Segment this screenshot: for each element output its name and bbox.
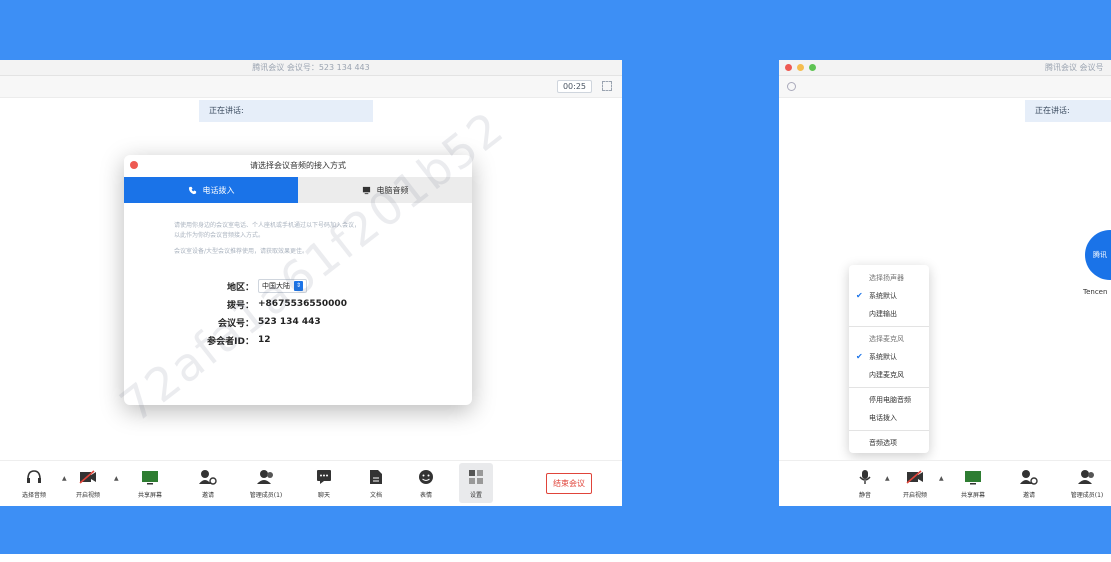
speaker-header: 选择扬声器 [869,274,904,282]
chevron-up-icon[interactable]: ▲ [62,475,67,482]
headphone-icon [27,470,41,483]
manage-label: 管理成员(1) [1070,492,1104,499]
gear-icon[interactable] [787,82,796,91]
speaker-builtin-item[interactable]: 内建输出 [849,305,929,323]
share-screen-icon [142,470,158,484]
share-screen-button[interactable]: 共享屏幕 [130,467,170,499]
meeting-window-right: 腾讯会议 会议号 正在讲话: 腾讯 Tencen 选择扬声器 ✔ 系统默认 内建输… [779,60,1111,506]
mic-builtin-item[interactable]: 内建麦克风 [849,366,929,384]
chat-icon [317,470,331,484]
check-icon: ✔ [856,291,863,300]
window-controls [785,64,816,71]
meeting-timer: 00:25 [556,80,592,93]
dialog-title: 请选择会议音频的接入方式 [250,161,346,170]
invite-label: 邀请 [201,492,214,499]
mic-default-label: 系统默认 [869,353,897,361]
maximize-window-icon[interactable] [809,64,816,71]
mic-header: 选择麦克风 [869,335,904,343]
manage-label: 管理成员(1) [249,492,283,499]
mute-label: 静音 [858,492,871,499]
invite-icon [1020,470,1038,485]
invite-icon [199,470,217,485]
microphone-icon [859,470,871,484]
invite-button[interactable]: 邀请 [1009,467,1049,499]
document-icon [370,470,382,484]
phone-icon [188,186,196,194]
check-icon: ✔ [856,352,863,361]
menu-divider [849,430,929,431]
speaker-default-item[interactable]: ✔ 系统默认 [849,287,929,305]
speaking-indicator: 正在讲话: [199,100,373,122]
chevron-up-icon[interactable]: ▲ [114,475,119,482]
chat-button[interactable]: 聊天 [304,467,344,499]
speaking-indicator: 正在讲话: [1025,100,1111,122]
members-icon [257,470,273,484]
fullscreen-icon[interactable] [602,81,612,91]
video-button[interactable]: 开启视频 [895,467,935,499]
window-title: 腾讯会议 会议号 [1045,63,1104,72]
emoji-button[interactable]: 表情 [406,467,446,499]
end-meeting-button[interactable]: 结束会议 [546,473,592,494]
tab-phone-label: 电话拨入 [202,185,235,195]
chevron-up-icon[interactable]: ▲ [885,475,890,482]
video-label: 开启视频 [902,492,927,499]
chat-label: 聊天 [317,492,330,499]
menu-divider [849,326,929,327]
meeting-toolbar: 静音 ▲ 开启视频 ▲ 共享屏幕 邀请 管理成员(1) [779,460,1111,506]
video-label: 开启视频 [75,492,100,499]
tab-phone-dial[interactable]: 电话拨入 [124,177,298,203]
mic-default-item[interactable]: ✔ 系统默认 [849,348,929,366]
minimize-window-icon[interactable] [797,64,804,71]
window-title-bar: 腾讯会议 会议号 [779,60,1111,76]
avatar: 腾讯 [1085,230,1111,280]
menu-divider [849,387,929,388]
close-window-icon[interactable] [785,64,792,71]
manage-members-button[interactable]: 管理成员(1) [1067,467,1107,499]
share-label: 共享屏幕 [137,492,162,499]
invite-button[interactable]: 邀请 [188,467,228,499]
members-icon [1078,470,1094,484]
mute-button[interactable]: 静音 [845,467,885,499]
chevron-up-icon[interactable]: ▲ [939,475,944,482]
audio-button[interactable]: 选择音频 [14,467,54,499]
close-icon[interactable] [130,161,138,169]
speaker-default-label: 系统默认 [869,292,897,300]
video-off-icon [79,470,96,484]
emoji-label: 表情 [419,492,432,499]
video-button[interactable]: 开启视频 [68,467,108,499]
manage-members-button[interactable]: 管理成员(1) [246,467,286,499]
invite-label: 邀请 [1022,492,1035,499]
docs-button[interactable]: 文档 [356,467,396,499]
audio-options-item[interactable]: 音频选项 [849,434,929,452]
bottom-strip [0,554,1111,562]
share-screen-button[interactable]: 共享屏幕 [953,467,993,499]
window-title: 腾讯会议 会议号：523 134 443 [0,60,622,76]
audio-menu: 选择扬声器 ✔ 系统默认 内建输出 选择麦克风 ✔ 系统默认 内建麦克风 停用电脑音… [849,265,929,453]
top-toolbar: 00:25 [0,76,622,98]
share-screen-icon [965,470,981,484]
audio-label: 选择音频 [21,492,46,499]
emoji-icon [419,470,433,484]
phone-dial-item[interactable]: 电话拨入 [849,409,929,427]
docs-label: 文档 [369,492,382,499]
settings-button[interactable]: 设置 [456,467,496,499]
settings-label: 设置 [469,492,482,499]
disable-audio-item[interactable]: 停用电脑音频 [849,391,929,409]
meeting-toolbar: 选择音频 ▲ 开启视频 ▲ 共享屏幕 邀请 管理成员(1) 聊天 文档 表情 设… [0,460,622,506]
grid-icon [469,470,483,484]
video-off-icon [906,470,923,484]
share-label: 共享屏幕 [960,492,985,499]
avatar-name: Tencen [1083,288,1108,296]
top-toolbar [779,76,1111,98]
